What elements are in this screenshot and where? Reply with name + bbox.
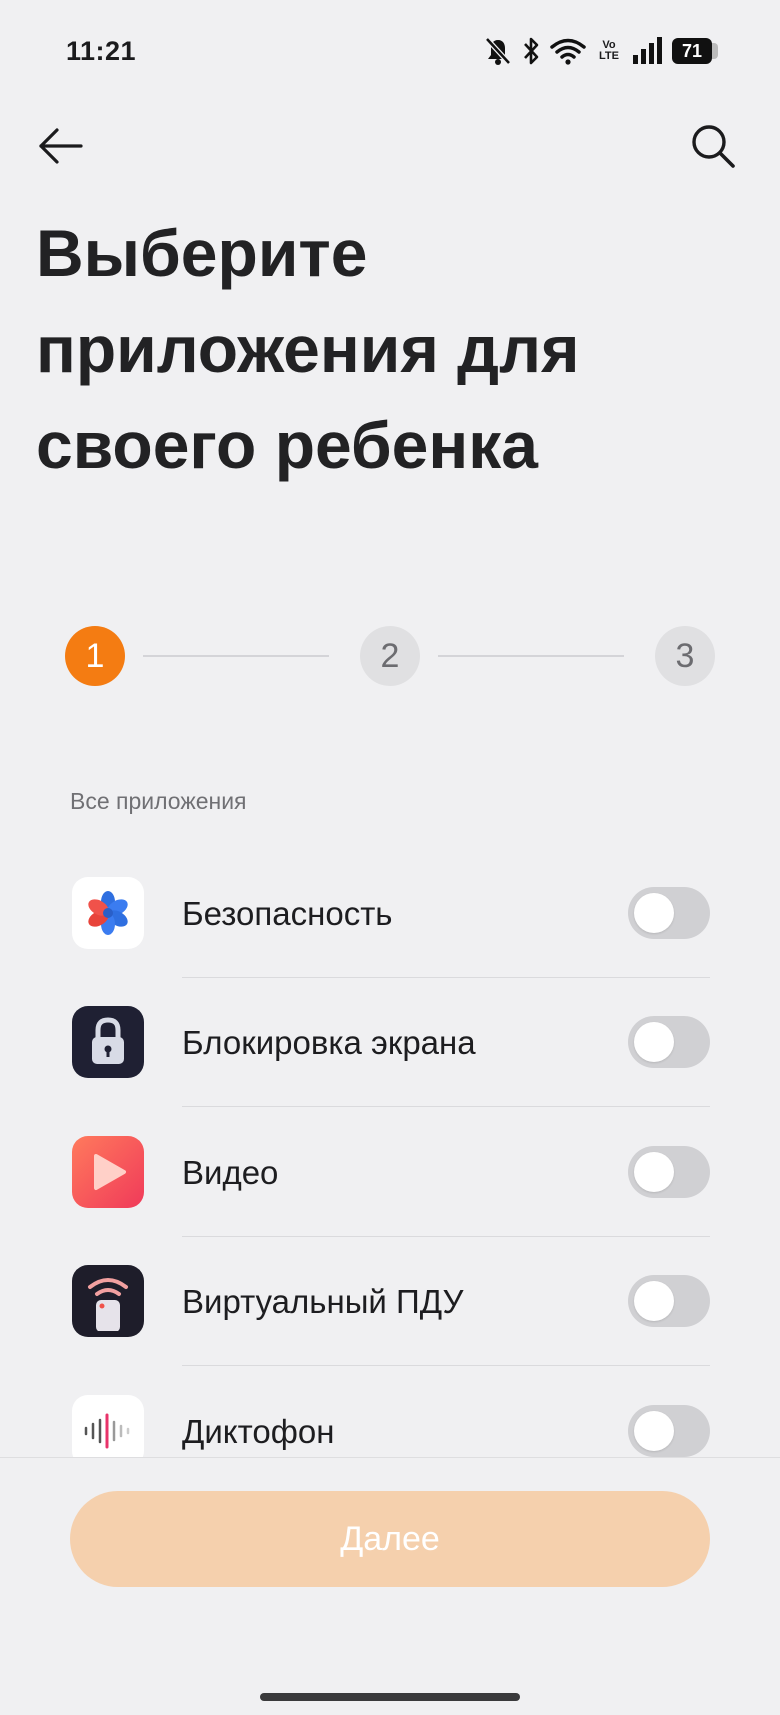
step-3: 3 <box>655 626 715 686</box>
status-bar: 11:21 Vo LTE 71 <box>0 0 780 100</box>
app-toggle[interactable] <box>628 887 710 939</box>
toggle-knob <box>634 1152 674 1192</box>
home-indicator[interactable] <box>260 1693 520 1701</box>
app-name: Безопасность <box>182 895 393 932</box>
list-item[interactable]: Безопасность <box>0 863 780 993</box>
arrow-left-icon <box>39 128 83 164</box>
virtual-remote-app-icon <box>72 1265 144 1337</box>
divider <box>182 1236 710 1237</box>
page-title: Выберите приложения для своего ребенка <box>36 216 580 482</box>
wifi-icon <box>550 38 586 65</box>
status-icons: Vo LTE 71 <box>484 34 718 68</box>
video-app-icon <box>72 1136 144 1208</box>
lock-screen-app-icon <box>72 1006 144 1078</box>
divider <box>182 1365 710 1366</box>
battery-cap <box>712 43 718 59</box>
divider <box>182 1106 710 1107</box>
step-connector-1 <box>143 655 329 657</box>
back-button[interactable] <box>30 115 92 177</box>
search-button[interactable] <box>682 115 744 177</box>
security-app-icon <box>72 877 144 949</box>
list-item[interactable]: Видео <box>0 1122 780 1252</box>
app-name: Видео <box>182 1154 279 1191</box>
list-item[interactable]: Блокировка экрана <box>0 992 780 1122</box>
app-name: Виртуальный ПДУ <box>182 1283 464 1320</box>
toggle-knob <box>634 893 674 933</box>
toggle-knob <box>634 1022 674 1062</box>
app-toggle[interactable] <box>628 1146 710 1198</box>
toggle-knob <box>634 1281 674 1321</box>
app-toggle[interactable] <box>628 1016 710 1068</box>
next-button[interactable]: Далее <box>70 1491 710 1587</box>
app-toggle[interactable] <box>628 1275 710 1327</box>
app-name: Блокировка экрана <box>182 1024 476 1061</box>
bottom-panel: Далее <box>0 1457 780 1715</box>
step-2: 2 <box>360 626 420 686</box>
app-name: Диктофон <box>182 1413 335 1450</box>
search-icon <box>692 125 735 168</box>
step-connector-2 <box>438 655 624 657</box>
signal-icon <box>633 37 662 64</box>
muted-bell-icon <box>485 37 511 65</box>
volte-badge: Vo LTE <box>596 40 622 62</box>
divider <box>182 977 710 978</box>
status-time: 11:21 <box>66 36 137 66</box>
toggle-knob <box>634 1411 674 1451</box>
volte-bottom: LTE <box>599 50 619 62</box>
list-item[interactable]: Виртуальный ПДУ <box>0 1251 780 1381</box>
section-label: Все приложения <box>70 788 247 814</box>
battery-icon: 71 <box>672 38 718 64</box>
step-1: 1 <box>65 626 125 686</box>
battery-level: 71 <box>672 38 712 64</box>
progress-stepper: 1 2 3 <box>65 626 715 686</box>
app-toggle[interactable] <box>628 1405 710 1457</box>
bluetooth-icon <box>524 37 539 65</box>
